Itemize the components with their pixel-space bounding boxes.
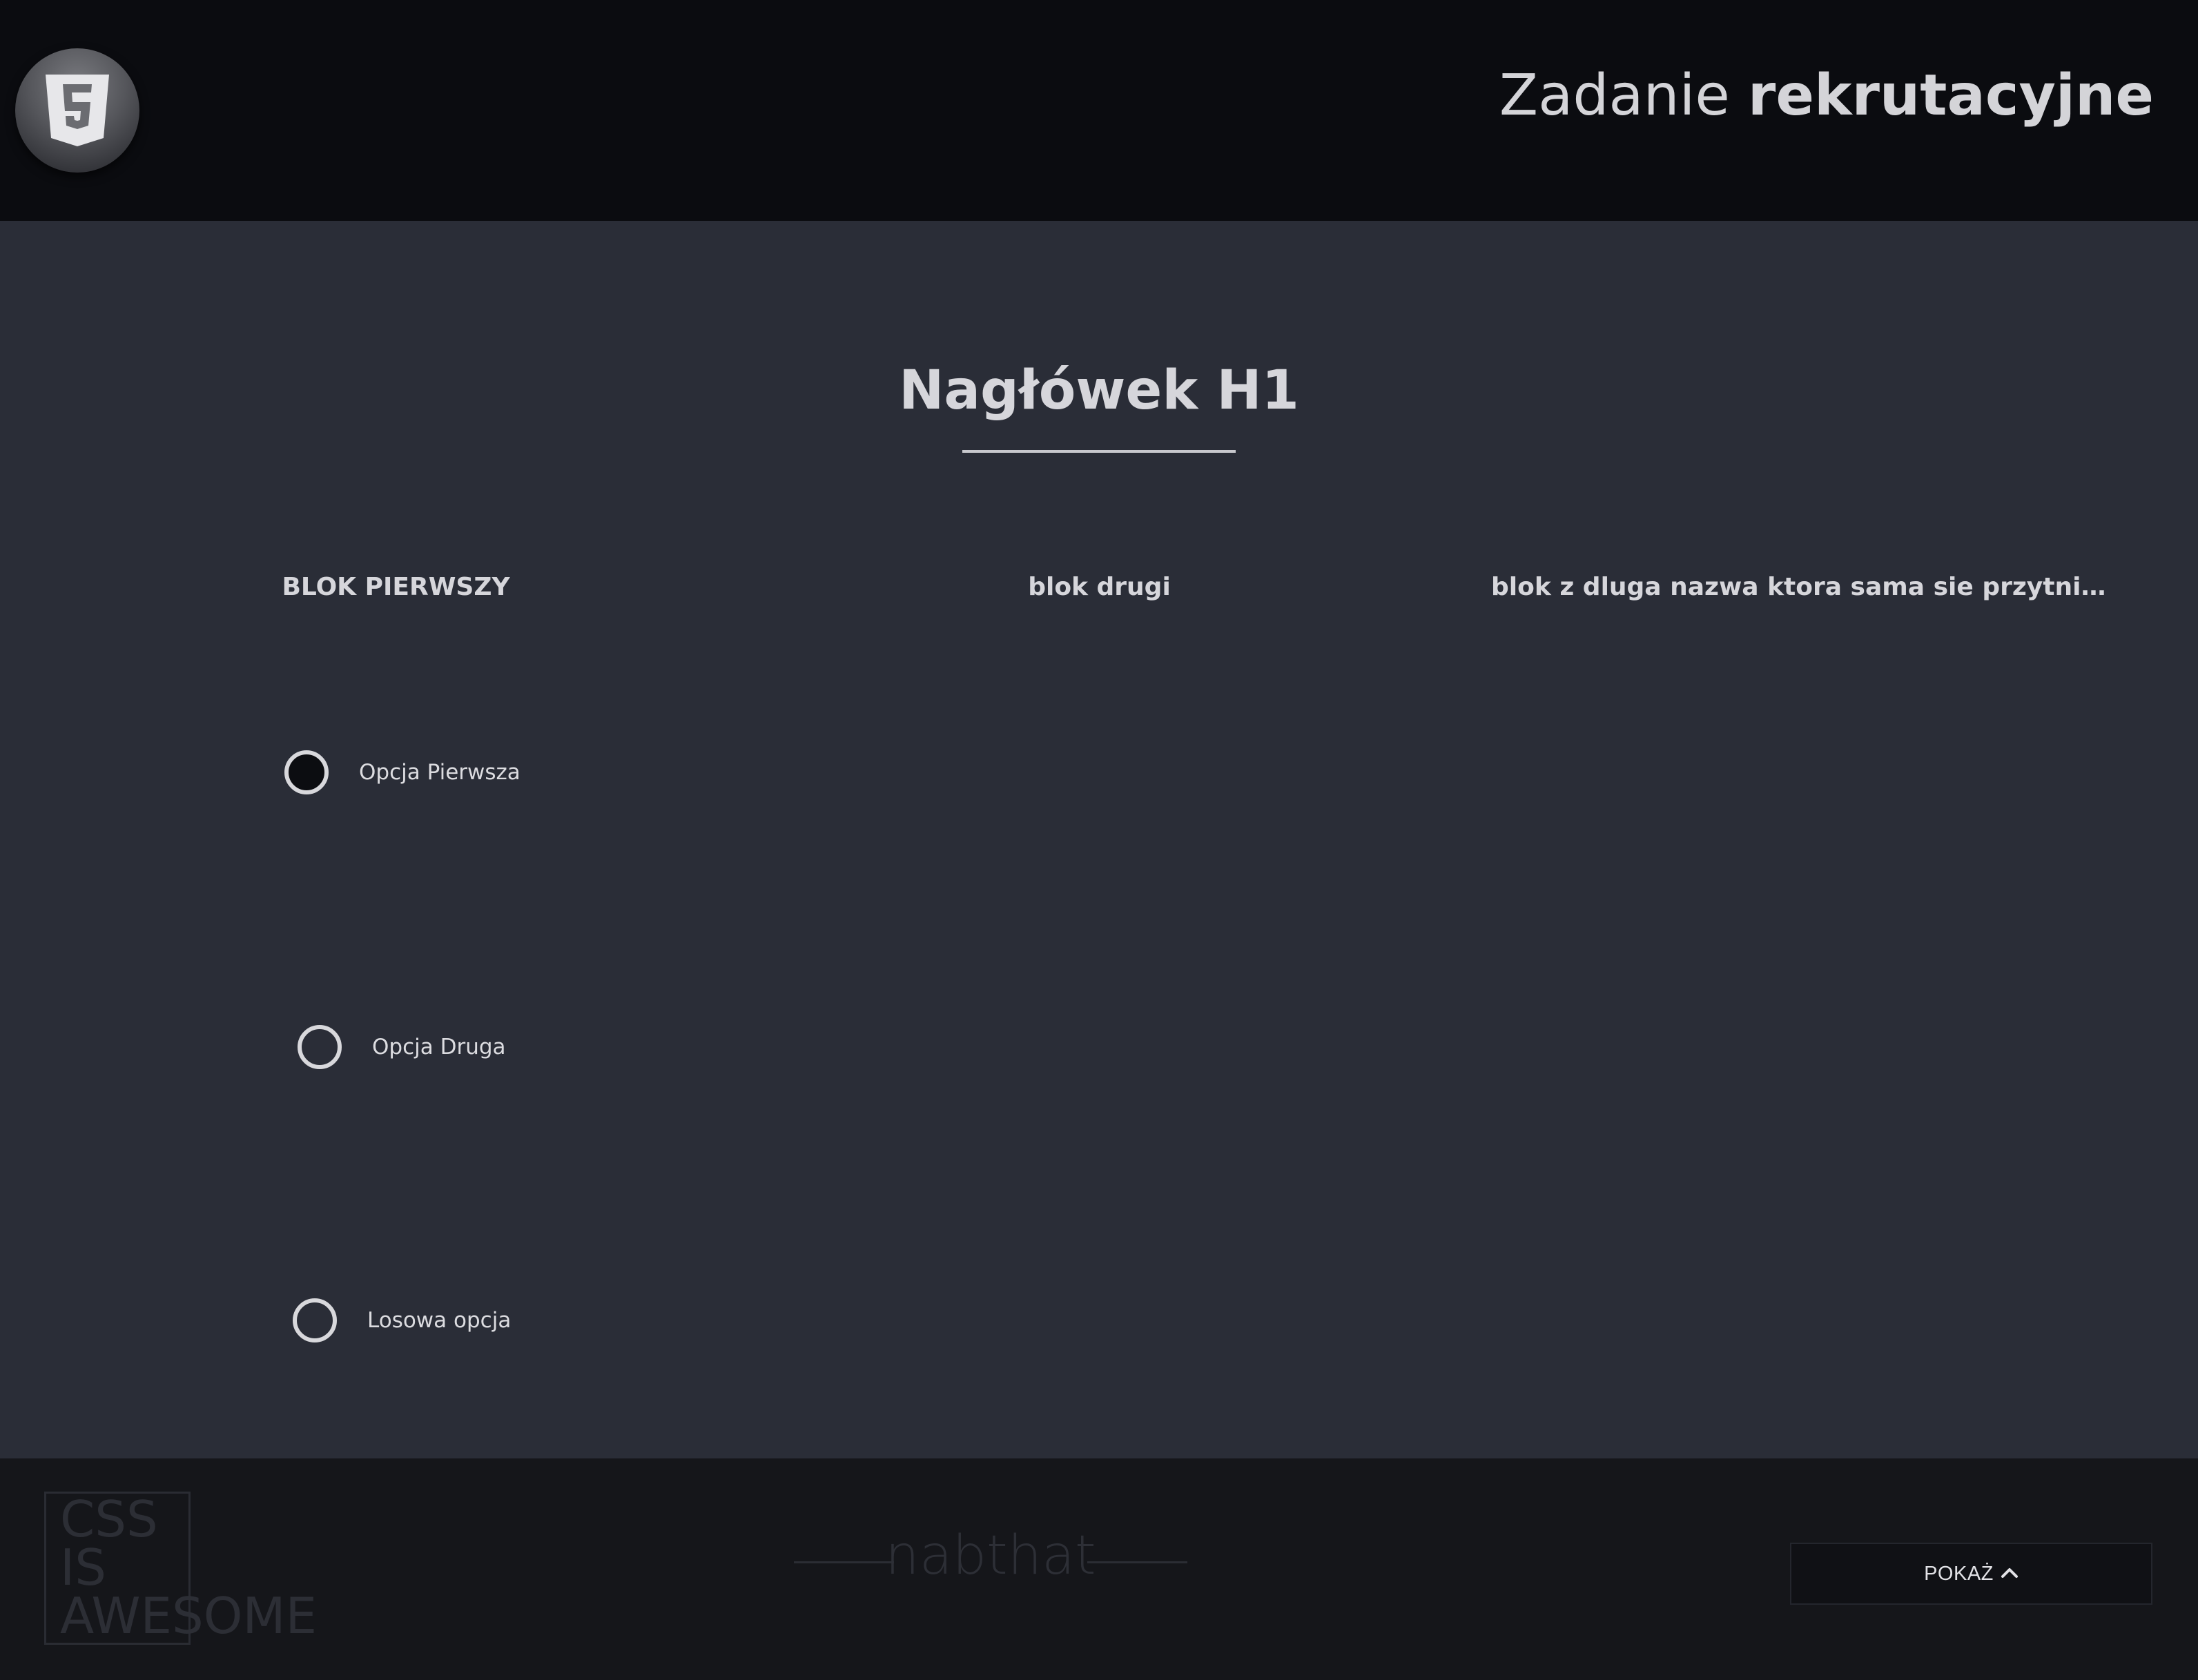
divider-right [1087, 1561, 1187, 1563]
show-button[interactable]: POKAŻ [1790, 1543, 2152, 1605]
radio-label: Opcja Pierwsza [359, 760, 521, 785]
site-title: Zadanie rekrutacyjne [1499, 68, 2154, 124]
radio-option-losowa[interactable]: Losowa opcja [293, 1298, 511, 1342]
author-name: nabthat [885, 1525, 1096, 1587]
heading-underline [962, 450, 1236, 453]
show-button-label: POKAŻ [1924, 1562, 1994, 1585]
header: Zadanie rekrutacyjne [0, 0, 2198, 221]
page-heading: Nagłówek H1 [899, 360, 1299, 422]
site-title-light: Zadanie [1499, 63, 1748, 128]
radio-button[interactable] [298, 1025, 342, 1069]
css-badge-text: CSS IS AWESOME [60, 1490, 317, 1645]
html5-icon [46, 75, 109, 146]
main-content: Nagłówek H1 BLOK PIERWSZY blok drugi blo… [0, 221, 2198, 1458]
radio-button-checked[interactable] [284, 750, 329, 794]
tab-blok-drugi[interactable]: blok drugi [935, 573, 1263, 601]
radio-button[interactable] [293, 1298, 337, 1342]
html5-logo[interactable] [15, 48, 139, 173]
radio-label: Losowa opcja [367, 1308, 512, 1333]
tab-blok-pierwszy[interactable]: BLOK PIERWSZY [232, 573, 560, 601]
css-is-awesome-badge: CSS IS AWESOME [44, 1492, 317, 1645]
chevron-up-icon [2001, 1566, 2019, 1581]
radio-option-druga[interactable]: Opcja Druga [298, 1025, 506, 1069]
tab-blok-dluga-nazwa[interactable]: blok z dluga nazwa ktora sama sie przytn… [1491, 573, 2112, 601]
radio-label: Opcja Druga [372, 1035, 506, 1059]
author-signature: nabthat [794, 1518, 1187, 1594]
site-title-bold: rekrutacyjne [1747, 63, 2154, 128]
footer: CSS IS AWESOME nabthat POKAŻ [0, 1458, 2198, 1680]
radio-option-pierwsza[interactable]: Opcja Pierwsza [284, 750, 521, 794]
